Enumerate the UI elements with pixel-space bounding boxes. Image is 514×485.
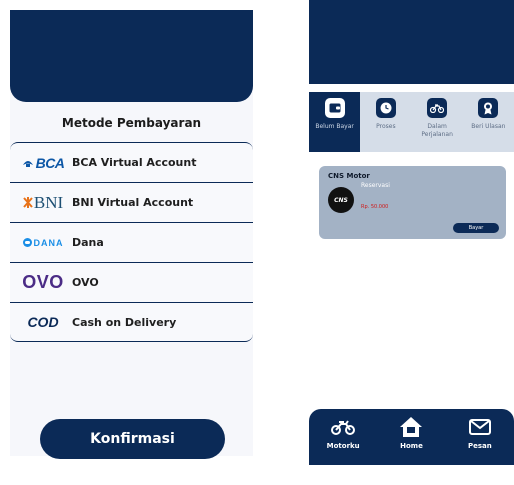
payment-option-cod[interactable]: COD Cash on Delivery (10, 302, 253, 342)
company-logo: CNS (328, 187, 354, 213)
cod-logo: COD (27, 314, 59, 330)
tab-belum-bayar[interactable]: Belum Bayar (309, 92, 361, 152)
order-price: Rp. 50.000 (361, 204, 389, 210)
home-icon (398, 416, 424, 438)
tab-label: Proses (376, 123, 396, 130)
ovo-logo: OVO (22, 272, 64, 292)
wallet-icon (324, 98, 345, 118)
motorcycle-icon (330, 416, 356, 438)
section-title: Metode Pembayaran (61, 116, 202, 130)
dana-logo: DANA (16, 238, 70, 248)
nav-label: Pesan (467, 442, 492, 450)
tab-proses[interactable]: Proses (360, 92, 411, 152)
tab-label: Beri Ulasan (471, 123, 506, 130)
dana-emblem-icon (22, 238, 32, 247)
orders-screen: Belum Bayar Proses Dalam Perjalanan Beri… (309, 0, 514, 465)
nav-item-pesan[interactable]: Pesan (446, 409, 514, 465)
pay-button[interactable]: Bayar (453, 223, 499, 233)
tab-label: Dalam Perjalanan (421, 123, 453, 138)
bca-emblem-icon (22, 160, 33, 167)
header-banner (309, 0, 514, 84)
order-status: Reservasi (361, 182, 390, 189)
nav-item-home[interactable]: Home (377, 409, 445, 465)
bca-logo: BCA (16, 155, 70, 171)
payment-method-screen: Metode Pembayaran BCA BCA Virtual Accoun… (10, 10, 253, 459)
nav-label: Home (400, 442, 423, 450)
bni-emblem-icon (23, 197, 33, 208)
order-status-tabs: Belum Bayar Proses Dalam Perjalanan Beri… (309, 92, 514, 152)
tab-beri-ulasan[interactable]: Beri Ulasan (463, 92, 514, 152)
tab-dalam-perjalanan[interactable]: Dalam Perjalanan (412, 92, 463, 152)
nav-label: Motorku (326, 442, 360, 450)
nav-item-motorku[interactable]: Motorku (309, 409, 377, 465)
payment-option-bni[interactable]: BNI BNI Virtual Account (10, 182, 253, 222)
payment-option-label: OVO (72, 276, 99, 289)
payment-option-ovo[interactable]: OVO OVO (10, 262, 253, 302)
mail-icon (467, 416, 493, 438)
bni-logo: BNI (16, 193, 70, 213)
order-company-name: CNS Motor (328, 172, 370, 180)
order-card[interactable]: CNS Motor CNS Reservasi Rp. 50.000 Bayar (319, 166, 506, 239)
bottom-navigation: Motorku Home Pesan (309, 409, 514, 465)
confirm-button[interactable]: Konfirmasi (40, 419, 225, 459)
payment-option-label: Cash on Delivery (72, 315, 177, 329)
motorcycle-icon (427, 98, 448, 118)
tab-label: Belum Bayar (315, 123, 354, 130)
payment-option-label: Dana (72, 236, 104, 249)
payment-option-label: BCA Virtual Account (72, 156, 197, 169)
payment-option-dana[interactable]: DANA Dana (10, 222, 253, 262)
award-icon (478, 98, 499, 118)
payment-method-list: BCA BCA Virtual Account BNI BNI Virtual … (10, 142, 253, 342)
payment-option-label: BNI Virtual Account (72, 196, 194, 209)
header-banner (10, 10, 253, 102)
payment-option-bca[interactable]: BCA BCA Virtual Account (10, 142, 253, 182)
clock-icon (375, 98, 396, 118)
